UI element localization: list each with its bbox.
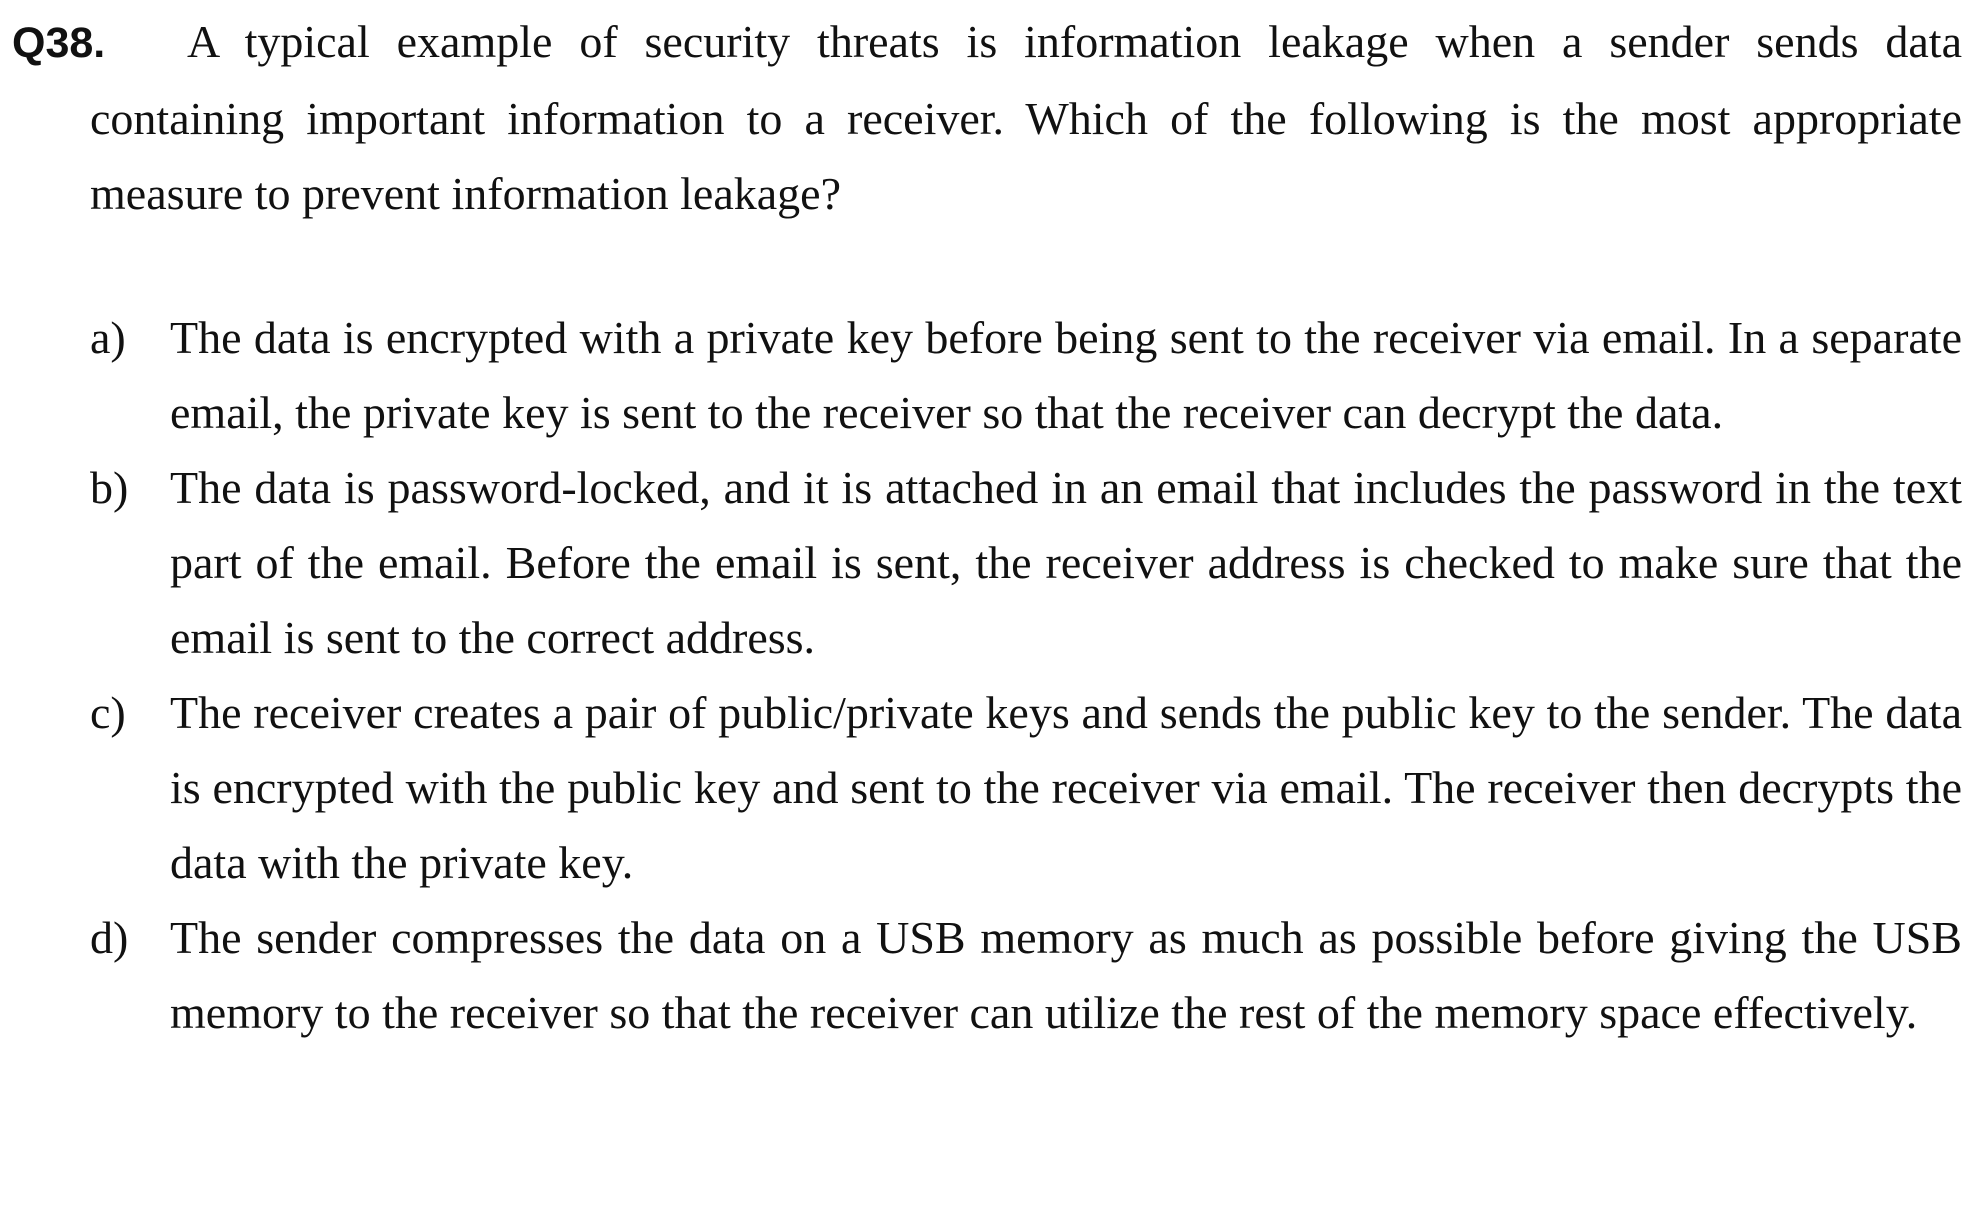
question-block: Q38. A typical example of security threat…: [12, 4, 1962, 231]
question-number: Q38.: [12, 19, 106, 67]
option-text: The data is encrypted with a private key…: [170, 312, 1962, 438]
option-c: c) The receiver creates a pair of public…: [90, 675, 1962, 900]
option-text: The data is password-locked, and it is a…: [170, 462, 1962, 663]
option-text: The receiver creates a pair of public/pr…: [170, 687, 1962, 888]
option-label: b): [90, 462, 129, 513]
option-label: a): [90, 312, 126, 363]
document-page: Q38. A typical example of security threat…: [0, 0, 1966, 1209]
question-text: A typical example of security threats is…: [90, 16, 1962, 219]
option-label: d): [90, 912, 129, 963]
option-text: The sender compresses the data on a USB …: [170, 912, 1962, 1038]
option-label: c): [90, 687, 126, 738]
option-b: b) The data is password-locked, and it i…: [90, 450, 1962, 675]
answer-options: a) The data is encrypted with a private …: [90, 300, 1962, 1050]
option-d: d) The sender compresses the data on a U…: [90, 900, 1962, 1050]
option-a: a) The data is encrypted with a private …: [90, 300, 1962, 450]
